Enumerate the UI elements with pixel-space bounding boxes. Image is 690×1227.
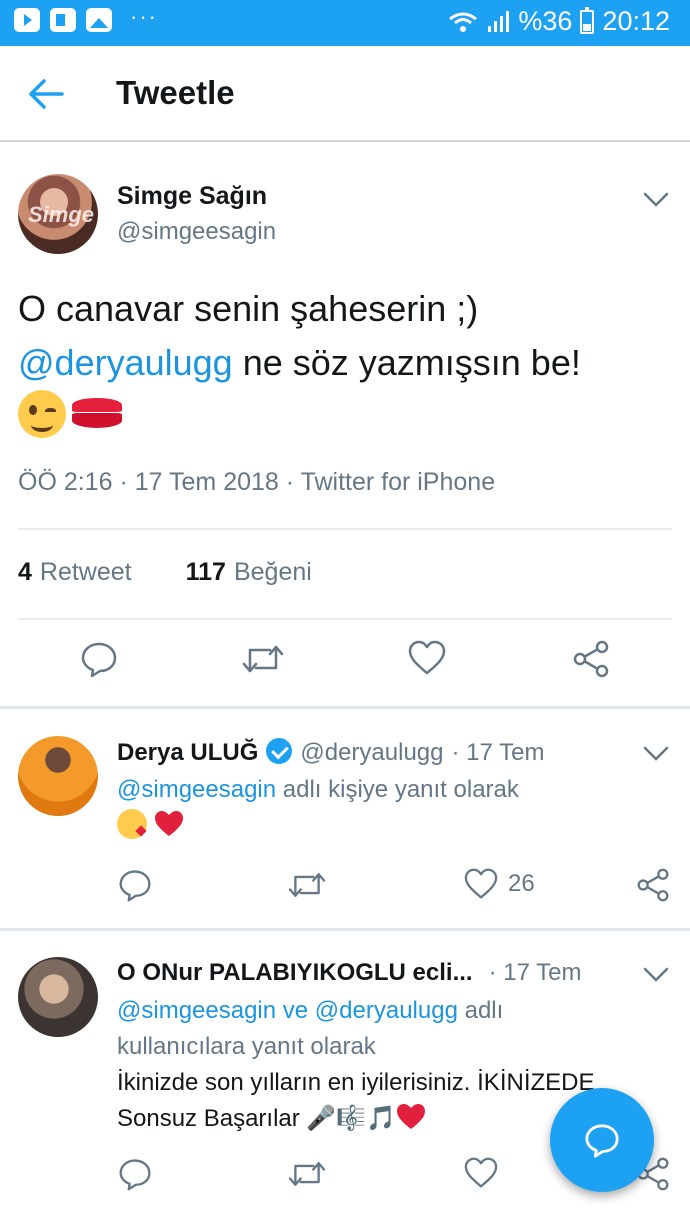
reply-context-text: adlı kişiye yanıt olarak	[276, 776, 519, 803]
heart-icon	[464, 868, 498, 899]
signal-icon	[488, 10, 510, 32]
like-button[interactable]	[464, 1157, 498, 1189]
tweet-meta: ÖÖ 2:16 · 17 Tem 2018 · Twitter for iPho…	[18, 468, 496, 496]
avatar-lettering: Simge	[28, 202, 95, 227]
retweet-stat[interactable]: 4 Retweet	[18, 558, 132, 587]
chevron-down-icon[interactable]	[643, 967, 669, 983]
back-arrow-icon[interactable]	[26, 76, 66, 112]
tweet-actions	[0, 640, 690, 684]
share-button[interactable]	[572, 640, 610, 678]
reply-context: @simgeesagin ve @deryaulugg adlı	[117, 993, 677, 1029]
reply-button[interactable]	[118, 868, 152, 902]
retweet-label: Retweet	[39, 558, 132, 586]
red-heart-emoji	[154, 811, 183, 836]
chevron-down-icon[interactable]	[643, 192, 669, 208]
face-blowing-kiss-emoji	[117, 809, 147, 839]
reply-date: · 17 Tem	[451, 739, 545, 766]
clock: 20:12	[602, 6, 670, 36]
reply-body: @simgeesagin adlı kişiye yanıt olarak	[117, 772, 677, 844]
like-button[interactable]	[408, 640, 446, 676]
reply-context-text: adlı	[457, 997, 504, 1024]
avatar[interactable]	[18, 957, 98, 1037]
retweet-button[interactable]	[288, 1157, 326, 1191]
avatar[interactable]	[18, 736, 98, 816]
red-heart-emoji	[397, 1104, 426, 1129]
battery-icon	[580, 6, 595, 34]
reply-text	[117, 808, 677, 844]
status-bar: ··· %36 20:12	[0, 0, 690, 46]
share-icon	[573, 640, 609, 678]
reply-icon	[81, 642, 117, 678]
compose-reply-icon	[585, 1124, 619, 1158]
wifi-icon	[449, 12, 478, 32]
author-handle[interactable]: @simgeesagin	[117, 218, 276, 246]
retweet-icon	[288, 873, 326, 897]
like-stat[interactable]: 117 Beğeni	[186, 558, 312, 587]
tweet-stats: 4 Retweet 117 Beğeni	[18, 558, 312, 587]
reply-date: · 17 Tem	[488, 959, 582, 986]
like-label: Beğeni	[233, 558, 312, 586]
avatar[interactable]: Simge	[18, 174, 98, 254]
tweet-text-line-1: O canavar senin şaheserin ;)	[18, 288, 479, 329]
reply-author[interactable]: Derya ULUĞ @deryaulugg · 17 Tem	[117, 738, 544, 767]
reply-tweet[interactable]: Derya ULUĞ @deryaulugg · 17 Tem @simgeesag…	[0, 710, 690, 928]
verified-badge-icon	[266, 738, 293, 764]
divider	[18, 618, 672, 620]
page-title: Tweetle	[116, 74, 235, 111]
reply-text-line-2-text: Sonsuz Başarılar 🎤🎼🎵	[117, 1105, 397, 1132]
reply-button[interactable]	[118, 1157, 152, 1191]
mention-link[interactable]: @simgeesagin	[117, 776, 276, 803]
tweet-emojis	[18, 390, 678, 445]
mention-link[interactable]: @deryaulugg	[315, 997, 458, 1024]
share-icon	[637, 868, 669, 902]
retweet-button[interactable]	[288, 868, 326, 902]
reply-context: @simgeesagin adlı kişiye yanıt olarak	[117, 772, 677, 808]
reply-author-name: Derya ULUĞ	[117, 739, 259, 766]
reply-author-handle: @deryaulugg	[300, 739, 444, 766]
chevron-down-icon[interactable]	[643, 746, 669, 762]
like-count: 26	[508, 870, 535, 897]
gallery-notification-icon	[86, 8, 112, 32]
kiss-mark-emoji	[72, 398, 122, 428]
share-button[interactable]	[636, 868, 670, 902]
retweet-icon	[242, 645, 284, 673]
more-notifications-icon: ···	[130, 4, 158, 29]
mention-link[interactable]: @deryaulugg	[18, 342, 233, 383]
heart-icon	[464, 1157, 498, 1188]
reply-button[interactable]	[80, 640, 118, 678]
reply-icon	[119, 870, 151, 902]
app-header: Tweetle	[0, 46, 690, 142]
reply-context-text-2: kullanıcılara yanıt olarak	[117, 1033, 376, 1060]
divider	[18, 528, 672, 530]
reply-icon	[119, 1159, 151, 1191]
retweet-count: 4	[18, 558, 32, 586]
tweet-text: O canavar senin şaheserin ;) @deryaulugg…	[18, 282, 678, 445]
mention-link[interactable]: @simgeesagin	[117, 997, 276, 1024]
battery-percent: %36	[518, 6, 573, 36]
youtube-notification-icon	[14, 8, 40, 32]
reply-author[interactable]: O ONur PALABIYIKOGLU ecli... · 17 Tem	[117, 959, 582, 987]
system-indicators: %36 20:12	[448, 6, 670, 37]
compose-reply-button[interactable]	[550, 1088, 654, 1192]
like-count: 117	[185, 558, 226, 586]
notification-icons: ···	[14, 4, 158, 32]
flipboard-notification-icon	[50, 8, 76, 32]
tweet-text-rest: ne söz yazmışsın be!	[232, 342, 581, 383]
tweet-text-line-2: @deryaulugg ne söz yazmışsın be!	[18, 336, 678, 390]
divider	[0, 706, 690, 709]
like-button[interactable]: 26	[464, 868, 535, 900]
author-name[interactable]: Simge Sağın	[117, 182, 267, 211]
heart-icon	[408, 640, 446, 675]
reply-author-name: O ONur PALABIYIKOGLU ecli...	[117, 959, 473, 986]
retweet-button[interactable]	[242, 640, 284, 678]
retweet-icon	[288, 1162, 326, 1186]
winking-face-emoji	[18, 390, 66, 438]
reply-context-and: ve	[276, 997, 315, 1024]
